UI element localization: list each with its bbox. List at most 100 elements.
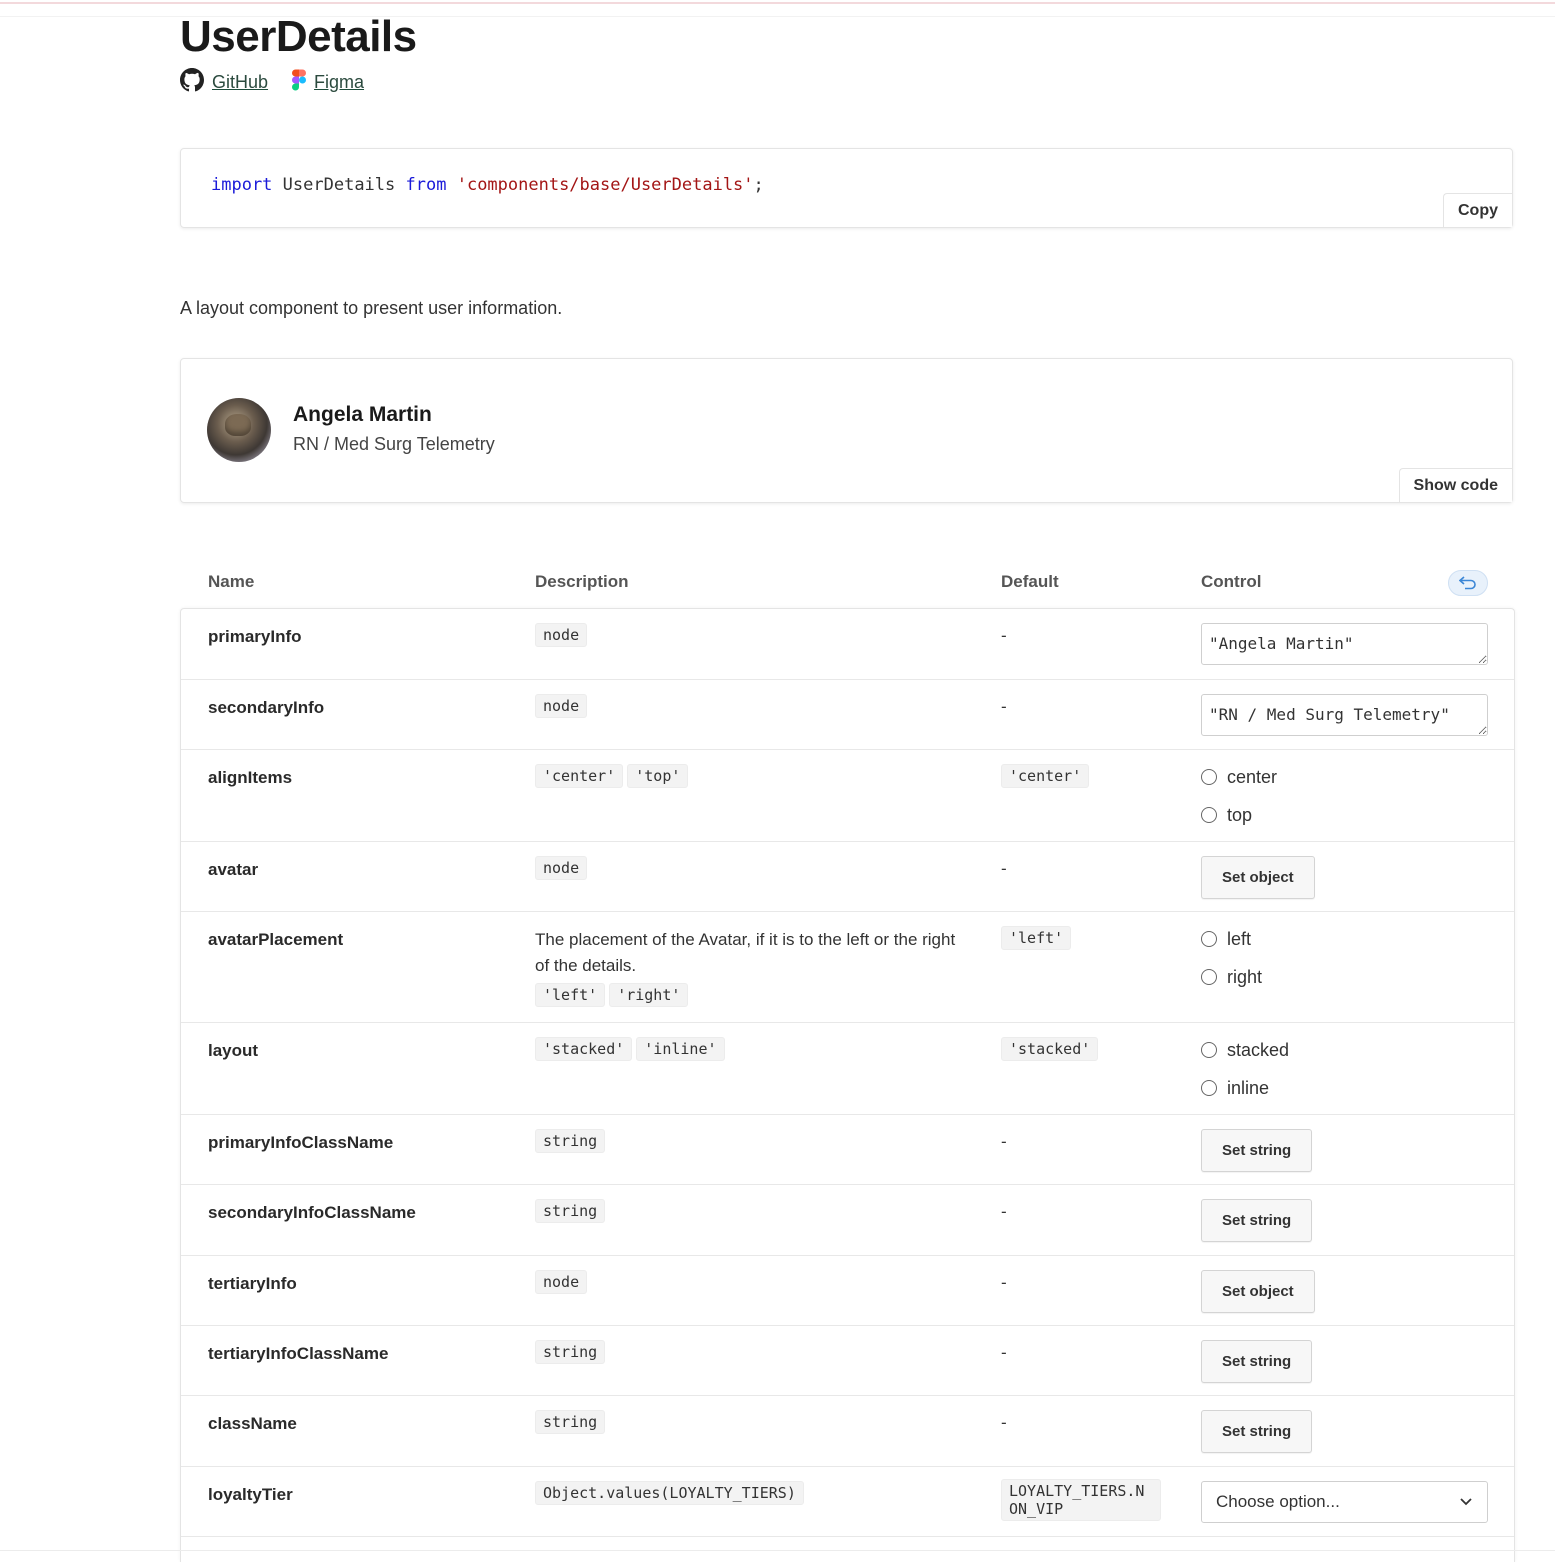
figma-link[interactable]: Figma <box>292 69 364 96</box>
prop-description: string <box>535 1129 965 1153</box>
set-string-button[interactable]: Set string <box>1201 1410 1313 1453</box>
type-tag: Object.values(LOYALTY_TIERS) <box>535 1481 804 1505</box>
default-tag: 'stacked' <box>1001 1037 1099 1061</box>
prop-description: string <box>535 1410 965 1434</box>
component-description: A layout component to present user infor… <box>180 298 563 318</box>
prop-name: avatarPlacement <box>208 930 344 949</box>
prop-control: "Angela Martin" <box>1201 623 1489 670</box>
prop-name: secondaryInfoClassName <box>208 1203 416 1222</box>
prop-default: 'center' <box>1001 764 1093 788</box>
props-table-header: Name Description Default Control <box>180 568 1515 598</box>
table-row: loyaltyTier Object.values(LOYALTY_TIERS)… <box>181 1467 1514 1537</box>
type-tag: node <box>535 856 588 880</box>
radio-circle[interactable] <box>1201 969 1217 985</box>
table-row: secondaryInfo node - "RN / Med Surg Tele… <box>181 680 1514 750</box>
set-string-button[interactable]: Set string <box>1201 1340 1313 1383</box>
prop-control: Choose option... <box>1201 1481 1489 1523</box>
top-border <box>0 0 1555 4</box>
set-object-button[interactable]: Set object <box>1201 856 1315 899</box>
prop-control: Set object <box>1201 856 1489 899</box>
prop-name: alignItems <box>208 768 293 787</box>
prop-control: Set string <box>1201 1129 1489 1172</box>
radio-stacked[interactable]: stacked <box>1201 1031 1489 1069</box>
radio-top[interactable]: top <box>1201 796 1489 834</box>
github-link-label: GitHub <box>212 72 269 92</box>
radio-inline[interactable]: inline <box>1201 1069 1489 1107</box>
chevron-down-icon <box>1459 1492 1473 1512</box>
table-row: primaryInfoClassName string - Set string <box>181 1115 1514 1185</box>
prop-description: string <box>535 1340 965 1364</box>
props-table: primaryInfo node - "Angela Martin" secon… <box>180 608 1515 1562</box>
type-tag: node <box>535 694 588 718</box>
primary-info-input[interactable]: "Angela Martin" <box>1201 623 1488 665</box>
prop-default: LOYALTY_TIERS.NON_VIP <box>1001 1479 1165 1521</box>
prop-name: tertiaryInfo <box>208 1274 297 1293</box>
figma-icon <box>292 69 307 96</box>
resource-links: GitHub Figma <box>180 68 364 97</box>
type-tag: node <box>535 623 588 647</box>
table-row: layout 'stacked''inline' 'stacked' stack… <box>181 1023 1514 1115</box>
prop-description: The placement of the Avatar, if it is to… <box>535 925 965 1007</box>
radio-center[interactable]: center <box>1201 758 1489 796</box>
table-row: primaryInfo node - "Angela Martin" <box>181 609 1514 680</box>
prop-control: left right <box>1201 920 1489 996</box>
prop-control: Set string <box>1201 1410 1489 1453</box>
import-code-block: import UserDetails from 'components/base… <box>180 148 1513 228</box>
set-string-button[interactable]: Set string <box>1201 1129 1313 1172</box>
prop-name: tertiaryInfoClassName <box>208 1344 389 1363</box>
figma-link-label: Figma <box>314 72 365 92</box>
component-preview: Angela Martin RN / Med Surg Telemetry Sh… <box>180 358 1513 503</box>
prop-description: node <box>535 856 965 880</box>
default-tag: LOYALTY_TIERS.NON_VIP <box>1001 1479 1161 1521</box>
default-tag: 'center' <box>1001 764 1090 788</box>
table-row: tertiaryInfoClassName string - Set strin… <box>181 1326 1514 1396</box>
type-tag: string <box>535 1129 606 1153</box>
radio-circle[interactable] <box>1201 769 1217 785</box>
show-code-button[interactable]: Show code <box>1398 468 1512 502</box>
prop-name: className <box>208 1414 297 1433</box>
type-tag: node <box>535 1270 588 1294</box>
reset-controls-button[interactable] <box>1448 570 1488 596</box>
prop-name: primaryInfoClassName <box>208 1133 394 1152</box>
loyalty-tier-select[interactable]: Choose option... <box>1201 1481 1488 1523</box>
github-link[interactable]: GitHub <box>180 68 268 97</box>
prop-default: - <box>1001 859 1007 878</box>
type-tag: 'right' <box>609 983 689 1007</box>
table-row: avatar node - Set object <box>181 842 1514 912</box>
prop-name: avatar <box>208 860 259 879</box>
radio-left[interactable]: left <box>1201 920 1489 958</box>
type-tag: string <box>535 1199 606 1223</box>
type-tag: 'left' <box>535 983 606 1007</box>
prop-control: stacked inline <box>1201 1031 1489 1107</box>
import-statement: import UserDetails from 'components/base… <box>211 175 764 195</box>
type-tag: string <box>535 1340 606 1364</box>
avatar <box>207 398 271 462</box>
prop-description-text: The placement of the Avatar, if it is to… <box>535 930 956 975</box>
type-tag: 'center' <box>535 764 624 788</box>
prop-name: layout <box>208 1041 259 1060</box>
set-string-button[interactable]: Set string <box>1201 1199 1313 1242</box>
radio-circle[interactable] <box>1201 1080 1217 1096</box>
select-value: Choose option... <box>1216 1492 1340 1511</box>
set-object-button[interactable]: Set object <box>1201 1270 1315 1313</box>
secondary-info-input[interactable]: "RN / Med Surg Telemetry" <box>1201 694 1488 736</box>
header-control: Control <box>1201 572 1262 591</box>
type-tag: 'top' <box>627 764 689 788</box>
page-title: UserDetails <box>180 12 417 61</box>
table-row: tertiaryInfo node - Set object <box>181 1256 1514 1326</box>
header-name: Name <box>208 572 255 591</box>
radio-circle[interactable] <box>1201 807 1217 823</box>
github-icon <box>180 68 204 97</box>
prop-name: loyaltyTier <box>208 1485 293 1504</box>
prop-description: node <box>535 623 965 647</box>
prop-default: - <box>1001 1413 1007 1432</box>
radio-circle[interactable] <box>1201 931 1217 947</box>
prop-description: Object.values(LOYALTY_TIERS) <box>535 1481 965 1505</box>
copy-button[interactable]: Copy <box>1443 193 1512 227</box>
radio-circle[interactable] <box>1201 1042 1217 1058</box>
prop-default: - <box>1001 1202 1007 1221</box>
radio-right[interactable]: right <box>1201 958 1489 996</box>
table-row: className string - Set string <box>181 1396 1514 1467</box>
table-row: secondaryInfoClassName string - Set stri… <box>181 1185 1514 1256</box>
prop-name: secondaryInfo <box>208 698 325 717</box>
